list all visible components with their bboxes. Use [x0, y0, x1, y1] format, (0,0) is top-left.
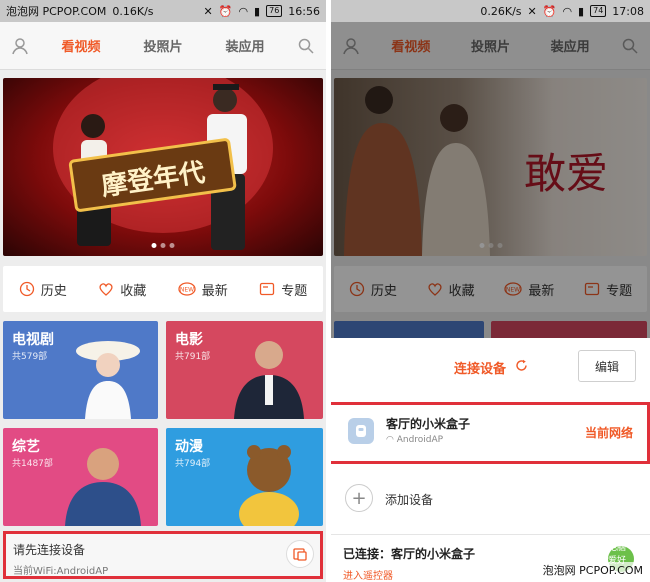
battery-icon: 74: [590, 5, 607, 17]
search-icon[interactable]: [286, 37, 326, 55]
tile-art: [65, 448, 141, 526]
device-status-badge: 当前网络: [584, 426, 633, 440]
clock-icon: [19, 281, 34, 297]
category-tile-variety[interactable]: 综艺 共1487部: [3, 428, 158, 526]
add-device-row[interactable]: + 添加设备: [331, 478, 650, 522]
quick-favorites[interactable]: 收藏: [98, 280, 146, 299]
status-bar: 0.26K/s ✕ ⏰ ◠ ▮ 74 17:08: [331, 0, 650, 22]
heart-icon: [99, 283, 113, 296]
user-icon[interactable]: [0, 37, 40, 55]
wifi-icon: ◠: [386, 435, 397, 445]
edit-button[interactable]: 编辑: [578, 350, 636, 382]
svg-text:NEW: NEW: [180, 287, 194, 294]
watermark-text: 泡泡网 PCPOP.COM: [539, 562, 646, 578]
tv-box-icon: [348, 418, 374, 444]
sheet-title: 连接设备: [454, 362, 507, 377]
network-speed: 0.16K/s: [112, 4, 154, 18]
current-wifi-text: 当前WiFi:AndroidAP: [13, 566, 109, 577]
plus-icon: +: [345, 484, 373, 512]
watermark-text: 泡泡网 PCPOP.COM: [6, 5, 107, 18]
add-device-label: 添加设备: [385, 493, 434, 507]
tab-install-app[interactable]: 装应用: [225, 36, 264, 55]
tab-watch-video[interactable]: 看视频: [61, 36, 100, 55]
quick-actions: 历史 收藏 NEW 最新 专题: [3, 266, 323, 312]
carousel-dots: [151, 243, 175, 248]
alarm-icon: ⏰: [542, 4, 557, 18]
category-tile-tv[interactable]: 电视剧 共579部: [3, 321, 158, 419]
connect-device-prompt[interactable]: 请先连接设备 当前WiFi:AndroidAP: [3, 531, 323, 579]
status-bar: 泡泡网 PCPOP.COM 0.16K/s ✕ ⏰ ◠ ▮ 76 16:56: [0, 0, 326, 22]
wifi-icon: ◠: [562, 4, 573, 18]
alarm-icon: ⏰: [218, 4, 233, 18]
signal-icon: ▮: [254, 4, 261, 18]
cast-device-button[interactable]: [286, 540, 314, 568]
modal-overlay[interactable]: [331, 22, 650, 340]
quick-favorites-label: 收藏: [120, 283, 147, 299]
connect-device-sheet: 连接设备 编辑 客厅的小米盒子 ◠ AndroidAP 当前网络 + 添加设备 …: [331, 338, 650, 582]
device-network-name: AndroidAP: [396, 435, 444, 445]
category-tile-movie[interactable]: 电影 共791部: [166, 321, 323, 419]
new-badge-icon: NEW: [178, 282, 196, 296]
network-speed: 0.26K/s: [480, 4, 522, 18]
mute-icon: ✕: [527, 4, 537, 18]
tile-art: [239, 445, 299, 526]
cast-icon: [293, 548, 307, 561]
battery-icon: 76: [266, 5, 283, 17]
right-phone-screen: 0.26K/s ✕ ⏰ ◠ ▮ 74 17:08 看视频 投照片 装应用 敢爱: [331, 0, 650, 582]
clock-time: 17:08: [612, 4, 644, 18]
refresh-icon[interactable]: [515, 359, 528, 372]
connected-device-text: 已连接：客厅的小米盒子: [343, 547, 476, 561]
sheet-header: 连接设备 编辑: [331, 348, 650, 388]
topic-card-icon: [260, 282, 275, 296]
banner-art: 摩登年代: [53, 78, 273, 250]
category-tile-anime[interactable]: 动漫 共794部: [166, 428, 323, 526]
top-nav: 看视频 投照片 装应用: [0, 22, 326, 70]
left-phone-screen: 泡泡网 PCPOP.COM 0.16K/s ✕ ⏰ ◠ ▮ 76 16:56 看…: [0, 0, 326, 582]
tile-art: [76, 341, 140, 419]
signal-icon: ▮: [578, 4, 585, 18]
mute-icon: ✕: [203, 4, 213, 18]
enter-remote-link[interactable]: 进入遥控器: [343, 567, 393, 582]
device-name: 客厅的小米盒子: [386, 417, 471, 431]
device-network: ◠ AndroidAP: [386, 435, 443, 445]
tab-cast-photo[interactable]: 投照片: [143, 36, 182, 55]
featured-banner[interactable]: 摩登年代: [3, 78, 323, 256]
connect-prompt-title: 请先连接设备: [13, 543, 86, 557]
quick-topics-label: 专题: [281, 283, 308, 299]
quick-latest[interactable]: NEW 最新: [178, 280, 228, 299]
quick-latest-label: 最新: [201, 283, 228, 299]
device-list-item[interactable]: 客厅的小米盒子 ◠ AndroidAP 当前网络: [331, 402, 650, 464]
quick-history[interactable]: 历史: [19, 280, 67, 299]
quick-topics[interactable]: 专题: [259, 280, 307, 299]
clock-time: 16:56: [288, 4, 320, 18]
wifi-icon: ◠: [238, 4, 249, 18]
tile-art: [234, 341, 304, 419]
quick-history-label: 历史: [40, 283, 67, 299]
